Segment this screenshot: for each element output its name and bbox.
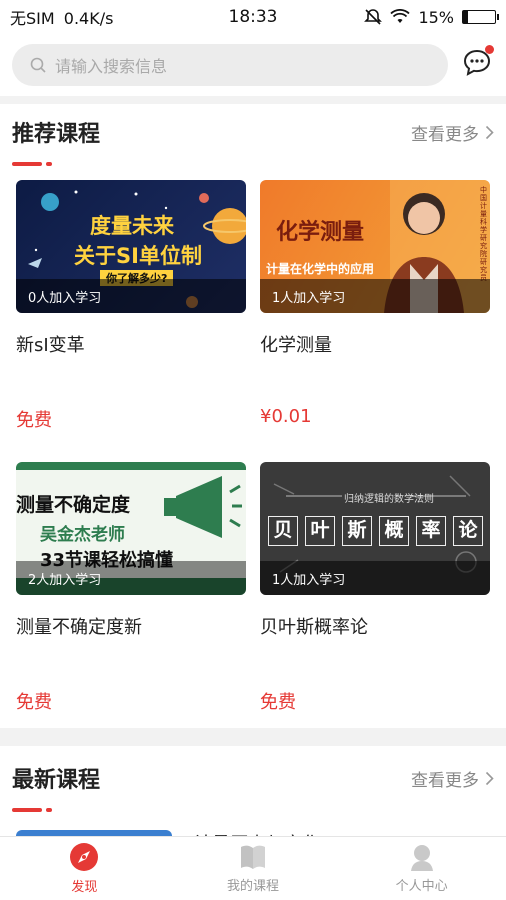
search-input[interactable]: 请输入搜索信息 xyxy=(12,44,448,86)
network-speed: 0.4K/s xyxy=(63,9,114,28)
course-title: 化学测量 xyxy=(260,335,332,356)
learner-count: 1人加入学习 xyxy=(260,279,490,313)
poster-side-caption: 中国计量科学研究院 研究员 xyxy=(480,186,487,282)
poster-line1: 化学测量 xyxy=(276,220,365,245)
learner-count: 2人加入学习 xyxy=(16,561,246,595)
book-icon xyxy=(241,845,265,869)
poster-char: 率 xyxy=(416,516,446,546)
poster-line1: 度量未来 xyxy=(90,214,174,238)
tab-label: 我的课程 xyxy=(227,879,280,894)
course-title: 贝叶斯概率论 xyxy=(260,617,368,638)
section-underline xyxy=(12,162,52,166)
poster-char: 斯 xyxy=(342,516,372,546)
bottom-tab-bar: 发现 我的课程 个人中心 xyxy=(0,836,506,900)
status-bar: 无SIM 0.4K/s 18:33 15% xyxy=(0,0,506,34)
tab-label: 个人中心 xyxy=(395,879,448,894)
search-icon xyxy=(30,57,46,73)
message-button[interactable] xyxy=(462,45,494,78)
tab-discover[interactable]: 发现 xyxy=(0,837,169,900)
learner-count: 1人加入学习 xyxy=(260,561,490,595)
course-price: 免费 xyxy=(260,692,296,713)
poster-line2: 吴金杰老师 xyxy=(40,525,125,545)
section-title-recommended: 推荐课程 xyxy=(12,122,101,147)
search-row: 请输入搜索信息 xyxy=(0,34,506,96)
search-placeholder: 请输入搜索信息 xyxy=(55,57,168,76)
tab-label: 发现 xyxy=(71,880,98,895)
wifi-icon xyxy=(390,9,411,23)
recommended-section: 推荐课程 查看更多 度量未来 关于SI单位制 你了解多少? 0人加入学习 新sI… xyxy=(0,104,506,728)
poster-line2: 关于SI单位制 xyxy=(74,244,202,268)
person-icon xyxy=(410,845,433,871)
poster-line2: 计量在化学中的应用 xyxy=(266,262,375,276)
course-card[interactable]: 化学测量 计量在化学中的应用 中国计量科学研究院 研究员 1人加入学习 化学测量… xyxy=(260,180,490,427)
compass-icon xyxy=(70,843,99,871)
course-thumbnail: 归纳逻辑的数学法则 贝 叶 斯 概 率 论 1人加入学习 xyxy=(260,462,490,595)
course-card[interactable]: 测量不确定度 吴金杰老师 33节课轻松搞懂 2人加入学习 测量不确定度新 免费 xyxy=(16,462,246,713)
chevron-right-icon xyxy=(485,125,494,139)
carrier-text: 无SIM xyxy=(10,9,55,28)
tab-my-courses[interactable]: 我的课程 xyxy=(169,837,338,900)
mute-bell-icon xyxy=(364,9,383,25)
course-thumbnail: 化学测量 计量在化学中的应用 中国计量科学研究院 研究员 1人加入学习 xyxy=(260,180,490,313)
course-price: 免费 xyxy=(16,410,52,431)
course-price: 免费 xyxy=(16,692,52,713)
course-title: 测量不确定度新 xyxy=(16,617,142,638)
battery-icon xyxy=(462,10,499,24)
notification-dot xyxy=(485,45,494,54)
course-card[interactable]: 归纳逻辑的数学法则 贝 叶 斯 概 率 论 1人加入学习 贝叶斯概率论 免费 xyxy=(260,462,490,713)
battery-percent: 15% xyxy=(418,7,454,27)
poster-char: 贝 xyxy=(268,516,298,546)
view-more-recommended[interactable]: 查看更多 xyxy=(411,120,494,145)
tab-profile[interactable]: 个人中心 xyxy=(337,837,506,900)
poster-caption: 归纳逻辑的数学法则 xyxy=(344,494,434,505)
poster-char-tiles: 贝 叶 斯 概 率 论 xyxy=(268,516,483,546)
section-underline xyxy=(12,808,52,812)
poster-char: 叶 xyxy=(305,516,335,546)
poster-line1: 测量不确定度 xyxy=(16,494,131,516)
chevron-right-icon xyxy=(485,771,494,785)
section-title-latest: 最新课程 xyxy=(12,768,101,793)
course-thumbnail: 度量未来 关于SI单位制 你了解多少? 0人加入学习 xyxy=(16,180,246,313)
course-price: ¥0.01 xyxy=(260,406,312,427)
learner-count: 0人加入学习 xyxy=(16,279,246,313)
poster-char: 论 xyxy=(453,516,483,546)
course-title: 新sI变革 xyxy=(16,335,85,356)
course-thumbnail: 测量不确定度 吴金杰老师 33节课轻松搞懂 2人加入学习 xyxy=(16,462,246,595)
poster-char: 概 xyxy=(379,516,409,546)
view-more-latest[interactable]: 查看更多 xyxy=(411,766,494,791)
course-card[interactable]: 度量未来 关于SI单位制 你了解多少? 0人加入学习 新sI变革 免费 xyxy=(16,180,246,431)
